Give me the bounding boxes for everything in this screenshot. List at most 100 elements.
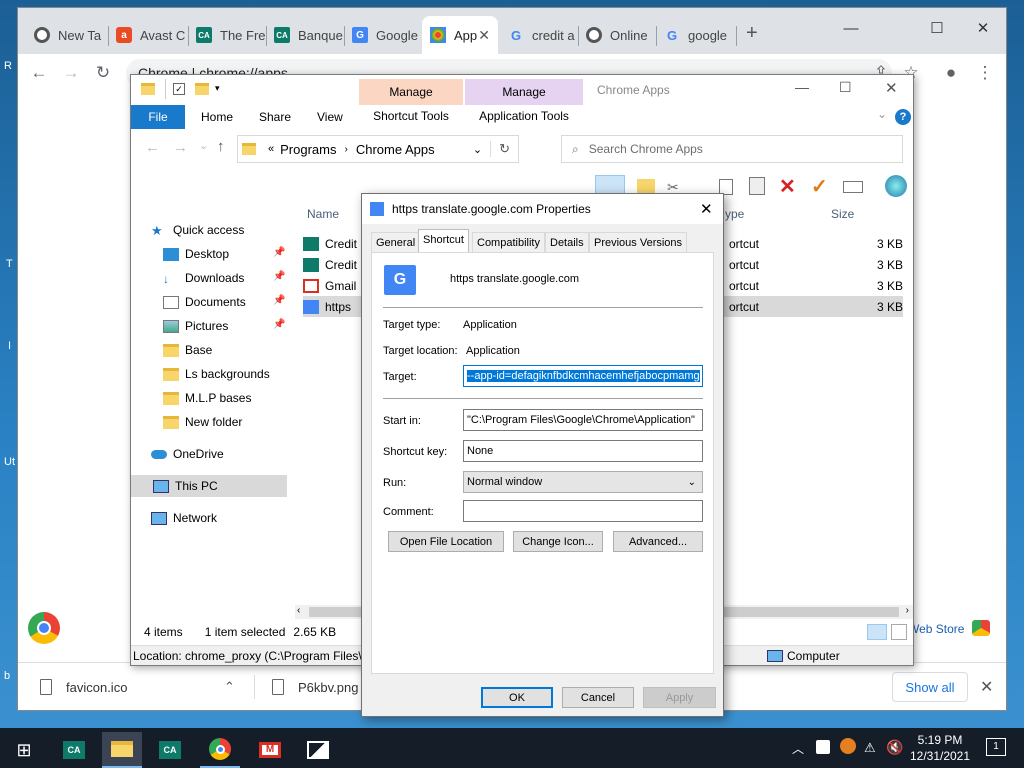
scroll-left-icon[interactable]: ‹ [297,605,300,616]
chevron-up-icon[interactable]: ︿ [792,740,804,757]
change-icon-button[interactable]: Change Icon... [513,531,603,552]
close-download-bar-icon[interactable]: ✕ [980,677,993,697]
chrome-app-icon[interactable] [28,612,60,644]
recent-locations-chevron-icon[interactable]: ⌄ [199,139,208,152]
dropdown-chevron-icon[interactable]: ⌄ [473,143,482,156]
open-file-location-button[interactable]: Open File Location [388,531,504,552]
tab-previous-versions[interactable]: Previous Versions [589,232,688,252]
globe-icon[interactable] [885,175,907,197]
nav-documents[interactable]: Documents [163,291,246,313]
web-store-icon[interactable] [972,620,990,636]
browser-tab[interactable]: G credit a [500,16,578,54]
chrome-icon[interactable] [200,732,240,768]
pin-icon[interactable]: 📌 [273,247,285,258]
profile-avatar-icon[interactable]: ● [938,60,964,86]
nav-onedrive[interactable]: OneDrive [151,443,224,465]
forward-arrow-icon[interactable]: → [173,139,188,156]
browser-tab[interactable]: CA The Fre [188,16,266,54]
close-window-icon[interactable]: ✕ [960,14,1006,42]
tab-file[interactable]: File [131,105,185,129]
pin-icon[interactable]: 📌 [273,319,285,330]
pin-icon[interactable]: 📌 [273,295,285,306]
nav-network[interactable]: Network [151,507,217,529]
browser-tab[interactable]: a Avast C [108,16,188,54]
nav-folder[interactable]: Ls backgrounds [163,363,270,385]
breadcrumb-item[interactable]: Programs [280,142,336,157]
details-view-icon[interactable] [867,624,887,640]
chevron-down-icon[interactable]: ⌄ [877,107,887,121]
chevron-up-icon[interactable]: ⌃ [224,679,235,695]
scroll-right-icon[interactable]: › [906,605,909,616]
advanced-button[interactable]: Advanced... [613,531,703,552]
file-explorer-icon[interactable] [102,732,142,768]
desktop-icon-label[interactable]: T [6,258,13,270]
new-folder-icon[interactable] [195,83,209,95]
browser-tab[interactable]: G google [656,16,734,54]
gmail-icon[interactable]: M [250,732,290,768]
desktop-icon-label[interactable]: b [4,670,10,682]
up-arrow-icon[interactable]: ↑ [217,138,225,155]
desktop-icon-label[interactable]: R [4,60,12,72]
quick-access-dropdown-icon[interactable]: ▾ [215,83,220,94]
target-field[interactable]: --app-id=defagiknfbdkcmhacemhefjabocpmam… [463,365,703,387]
download-item[interactable]: P6kbv.png [272,671,372,703]
delete-icon[interactable]: ✕ [779,174,796,199]
nav-quick-access[interactable]: ★ Quick access [151,219,244,241]
ok-button[interactable]: OK [481,687,553,708]
breadcrumb-chevron-icon[interactable]: › [344,144,347,155]
browser-tab[interactable]: New Ta [26,16,108,54]
network-disconnected-icon[interactable]: ⚠ [864,740,876,756]
nav-folder[interactable]: Base [163,339,212,361]
browser-tab[interactable]: CA Banque [266,16,344,54]
tab-general[interactable]: General [371,232,421,252]
properties-checkbox-icon[interactable]: ✓ [173,83,185,95]
breadcrumb-item[interactable]: Chrome Apps [356,142,435,157]
browser-tab-active[interactable]: App ✕ [422,16,498,54]
help-icon[interactable]: ? [895,109,911,125]
close-tab-icon[interactable]: ✕ [478,27,490,44]
close-window-icon[interactable]: ✕ [885,79,898,97]
maximize-icon[interactable]: ☐ [839,79,852,96]
windows-start-icon[interactable]: ⊞ [4,732,44,768]
tab-shortcut[interactable]: Shortcut [418,229,469,253]
comment-field[interactable] [463,500,703,522]
nav-pictures[interactable]: Pictures [163,315,228,337]
column-header-name[interactable]: Name [307,207,339,221]
browser-tab[interactable]: G Google [344,16,422,54]
minimize-icon[interactable]: — [795,79,809,95]
tab-details[interactable]: Details [545,232,589,252]
web-store-link[interactable]: Web Store [908,622,964,636]
shortcut-key-field[interactable]: None [463,440,703,462]
volume-icon[interactable]: 🔇 [886,739,903,756]
photos-icon[interactable] [298,732,338,768]
column-header-size[interactable]: Size [831,207,854,221]
start-in-field[interactable]: "C:\Program Files\Google\Chrome\Applicat… [463,409,703,431]
desktop-icon-label[interactable]: I [8,340,11,352]
system-clock[interactable]: 5:19 PM 12/31/2021 [904,732,976,766]
notification-center-icon[interactable]: 1 [986,738,1006,756]
avast-tray-icon[interactable] [840,738,856,754]
rename-icon[interactable] [843,181,863,193]
pin-icon[interactable]: 📌 [273,271,285,282]
apply-button[interactable]: Apply [643,687,716,708]
show-all-button[interactable]: Show all [892,672,968,702]
nav-folder[interactable]: M.L.P bases [163,387,251,409]
nav-downloads[interactable]: ↓ Downloads [163,267,244,289]
minimize-icon[interactable]: — [828,14,874,42]
search-input[interactable]: ⌕ Search Chrome Apps [561,135,903,163]
run-select[interactable]: Normal window ⌄ [463,471,703,493]
credit-agricole-icon[interactable]: CA [150,732,190,768]
nav-this-pc[interactable]: This PC [131,475,287,497]
back-arrow-icon[interactable]: ← [26,60,52,86]
large-icons-view-icon[interactable] [891,624,907,640]
refresh-icon[interactable]: ↻ [490,141,518,157]
browser-tab[interactable]: Online [578,16,656,54]
nav-folder[interactable]: New folder [163,411,242,433]
checkmark-icon[interactable]: ✓ [811,174,828,199]
reload-icon[interactable]: ↻ [90,60,116,86]
column-header-type[interactable]: ype [725,207,744,221]
security-shield-icon[interactable] [816,740,830,754]
new-tab-plus-icon[interactable]: + [746,22,758,45]
cancel-button[interactable]: Cancel [562,687,634,708]
tab-view[interactable]: View [307,105,353,129]
